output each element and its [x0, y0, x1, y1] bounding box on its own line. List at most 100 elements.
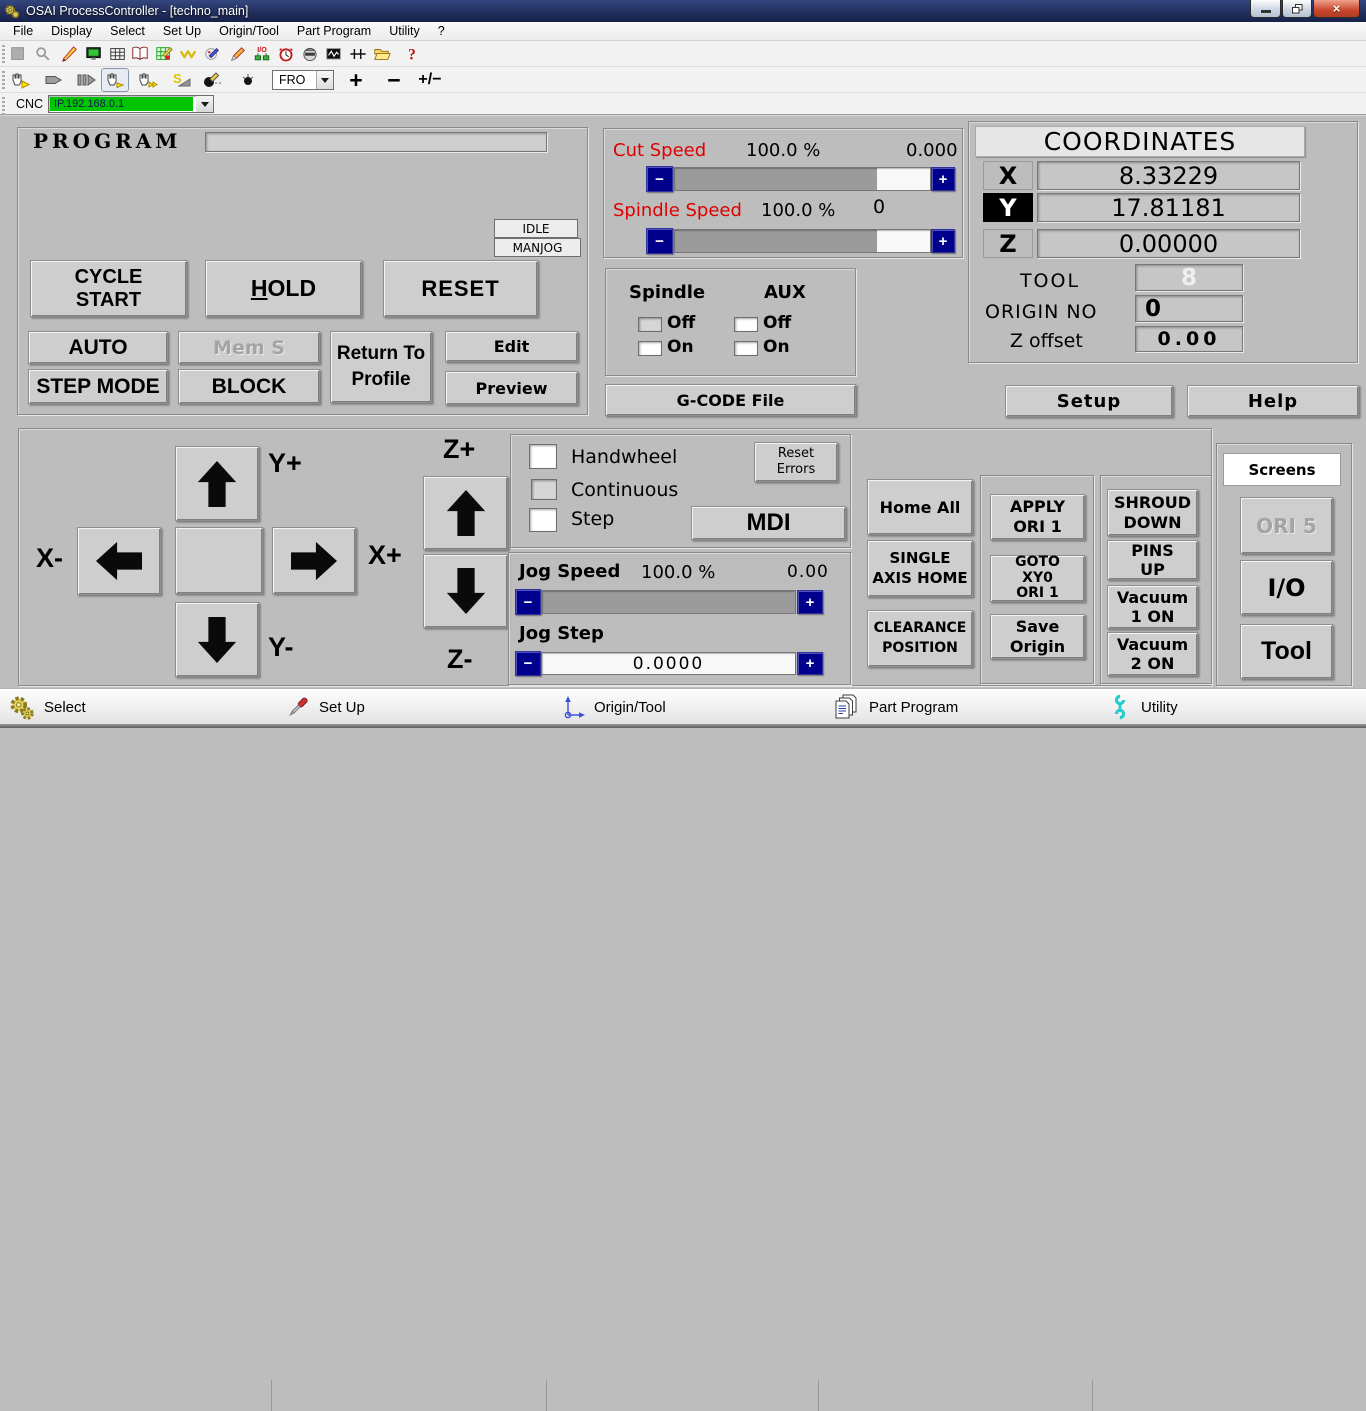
- menu-utility[interactable]: Utility: [380, 22, 429, 41]
- pause-forward-button[interactable]: [75, 68, 99, 91]
- monitor-button[interactable]: [82, 42, 106, 65]
- scope-button[interactable]: [322, 42, 346, 65]
- ball-pencil-button[interactable]: [201, 68, 225, 91]
- apply-ori-1-button[interactable]: APPLY ORI 1: [990, 494, 1085, 540]
- jog-z-plus-button[interactable]: [423, 476, 508, 550]
- menu-part-program[interactable]: Part Program: [288, 22, 380, 41]
- operator-button[interactable]: [298, 42, 322, 65]
- screens-button[interactable]: Screens: [1223, 453, 1341, 486]
- preview-button[interactable]: Preview: [445, 371, 578, 405]
- fro-dropdown-button[interactable]: [316, 71, 333, 89]
- bottombar-utility[interactable]: Utility: [1095, 689, 1366, 725]
- home-all-button[interactable]: Home All: [867, 479, 973, 535]
- new-button[interactable]: [6, 42, 30, 65]
- goto-xy0-ori-1-button[interactable]: GOTO XY0 ORI 1: [990, 555, 1085, 602]
- jog-hand-button[interactable]: [101, 68, 129, 92]
- edit-button[interactable]: Edit: [445, 331, 578, 362]
- spindle-speed-slider-track[interactable]: [673, 229, 931, 253]
- jog-z-minus-button[interactable]: [423, 554, 508, 628]
- aux-on-checkbox[interactable]: [734, 341, 758, 356]
- jog-speed-slider-track[interactable]: [541, 590, 796, 614]
- folder-button[interactable]: [370, 42, 394, 65]
- bottombar-part-program[interactable]: Part Program: [821, 689, 1092, 725]
- menu-help[interactable]: ?: [429, 22, 454, 41]
- signal-button[interactable]: [346, 42, 370, 65]
- cut-speed-minus-button[interactable]: −: [646, 166, 673, 192]
- vacuum-1-on-button[interactable]: Vacuum 1 ON: [1107, 585, 1198, 629]
- help-button[interactable]: ?: [400, 42, 424, 65]
- shroud-down-button[interactable]: SHROUD DOWN: [1107, 489, 1198, 536]
- menu-origin-tool[interactable]: Origin/Tool: [210, 22, 288, 41]
- aux-off-checkbox[interactable]: [734, 317, 758, 332]
- cnc-dropdown-button[interactable]: [196, 96, 213, 112]
- gcode-file-button[interactable]: G-CODE File: [605, 384, 856, 416]
- jog-x-minus-button[interactable]: [77, 527, 161, 595]
- cut-speed-slider-track[interactable]: [673, 167, 931, 191]
- setup-button[interactable]: Setup: [1005, 385, 1173, 417]
- close-button[interactable]: ×: [1313, 0, 1360, 18]
- block-button[interactable]: BLOCK: [178, 369, 320, 404]
- axis-z-label[interactable]: Z: [983, 229, 1033, 258]
- step-mode-button[interactable]: STEP MODE: [28, 369, 168, 404]
- jog-hand-fast-button[interactable]: [136, 68, 160, 91]
- menu-set-up[interactable]: Set Up: [154, 22, 210, 41]
- reset-button[interactable]: RESET: [383, 260, 538, 317]
- spindle-on-checkbox[interactable]: [638, 341, 662, 356]
- help-button[interactable]: Help: [1187, 385, 1359, 417]
- cycle-start-button[interactable]: CYCLE START: [30, 260, 187, 317]
- hand-start-button[interactable]: [8, 68, 32, 91]
- io-button[interactable]: I/O: [250, 42, 274, 65]
- fro-combobox[interactable]: FRO: [272, 70, 334, 90]
- vacuum-2-on-button[interactable]: Vacuum 2 ON: [1107, 632, 1198, 676]
- axis-x-label[interactable]: X: [983, 161, 1033, 190]
- jog-center-button[interactable]: [175, 527, 263, 594]
- jog-step-slider-track[interactable]: 0.0000: [541, 652, 796, 675]
- continuous-checkbox[interactable]: [531, 479, 557, 500]
- single-axis-home-button[interactable]: SINGLE AXIS HOME: [867, 540, 973, 597]
- return-to-profile-button[interactable]: Return To Profile: [330, 331, 432, 403]
- save-origin-button[interactable]: Save Origin: [990, 614, 1085, 659]
- minimize-button[interactable]: [1250, 0, 1281, 18]
- spindle-speed-plus-button[interactable]: +: [931, 229, 955, 253]
- menu-file[interactable]: File: [4, 22, 42, 41]
- chart-edit-button[interactable]: [152, 42, 176, 65]
- jog-speed-minus-button[interactable]: −: [515, 589, 541, 615]
- jog-step-minus-button[interactable]: −: [515, 651, 541, 676]
- auto-button[interactable]: AUTO: [28, 331, 168, 364]
- bottombar-select[interactable]: Select: [0, 689, 271, 725]
- program-name-field[interactable]: [205, 132, 547, 152]
- restore-button[interactable]: [1282, 0, 1312, 18]
- io-button[interactable]: I/O: [1240, 560, 1333, 615]
- cut-speed-plus-button[interactable]: +: [931, 167, 955, 191]
- bottombar-set-up[interactable]: Set Up: [273, 689, 544, 725]
- forward-button[interactable]: [42, 68, 66, 91]
- pen-button[interactable]: [58, 42, 82, 65]
- search-button[interactable]: [31, 42, 55, 65]
- axis-y-label[interactable]: Y: [983, 193, 1033, 222]
- cnc-connection-combobox[interactable]: IP.192.168.0.1: [48, 95, 214, 113]
- menu-display[interactable]: Display: [42, 22, 101, 41]
- reset-errors-button[interactable]: Reset Errors: [754, 442, 838, 482]
- override-minus-button[interactable]: −: [381, 68, 407, 92]
- menu-select[interactable]: Select: [101, 22, 154, 41]
- clock-button[interactable]: [274, 42, 298, 65]
- glasses-button[interactable]: [176, 42, 200, 65]
- table-button[interactable]: [106, 42, 130, 65]
- jog-speed-plus-button[interactable]: +: [797, 590, 823, 614]
- clearance-position-button[interactable]: CLEARANCE POSITION: [867, 610, 973, 667]
- jog-x-plus-button[interactable]: [272, 527, 356, 594]
- mdi-button[interactable]: MDI: [691, 506, 846, 540]
- pencil-button[interactable]: [226, 42, 250, 65]
- palette-button[interactable]: [200, 42, 224, 65]
- pins-up-button[interactable]: PINS UP: [1107, 540, 1198, 580]
- override-plus-minus-button[interactable]: +/−: [413, 68, 447, 92]
- tool-button[interactable]: Tool: [1240, 624, 1333, 679]
- step-checkbox[interactable]: [529, 508, 557, 532]
- s-ramp-button[interactable]: S: [169, 68, 193, 91]
- ball-button[interactable]: [236, 68, 260, 91]
- bottombar-origin-tool[interactable]: Origin/Tool: [548, 689, 819, 725]
- handwheel-checkbox[interactable]: [529, 444, 557, 469]
- override-plus-button[interactable]: +: [343, 68, 369, 92]
- spindle-off-checkbox[interactable]: [638, 317, 662, 332]
- spindle-speed-minus-button[interactable]: −: [646, 228, 673, 254]
